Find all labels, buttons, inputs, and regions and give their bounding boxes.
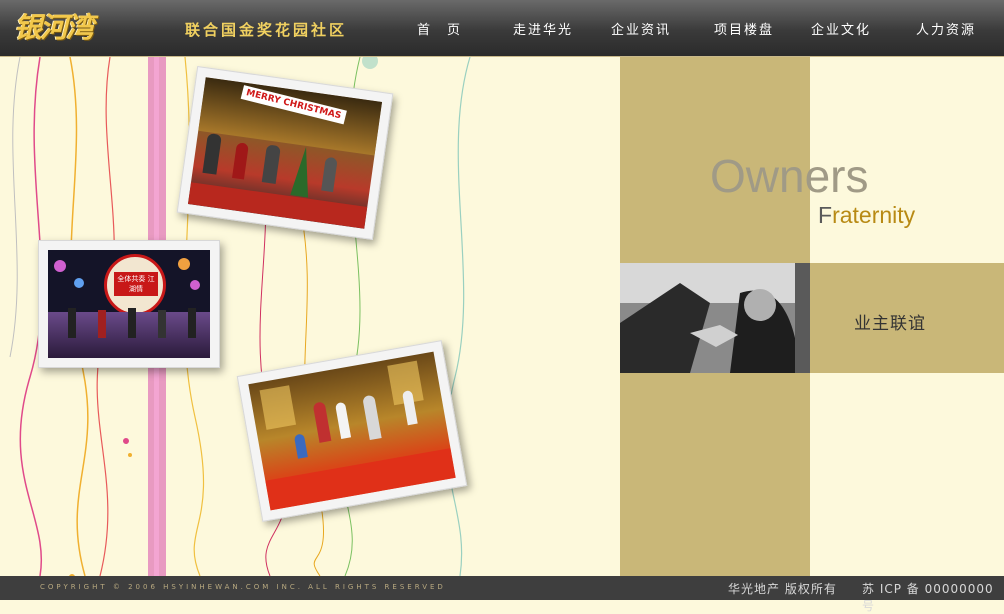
photo-christmas[interactable]: MERRY CHRISTMAS	[176, 65, 394, 241]
owners-subtitle: Fraternity	[818, 202, 915, 229]
owners-label[interactable]: 业主联谊	[810, 309, 970, 334]
nav-item-hr[interactable]: 人力资源	[916, 19, 976, 38]
main-content: MERRY CHRISTMAS 全体共奏 江湖情 Owners Fraterni…	[0, 57, 1004, 576]
company-text: 华光地产 版权所有	[728, 582, 837, 596]
nav-item-home[interactable]: 首 页	[417, 19, 462, 38]
copyright-text: COPYRIGHT © 2006 HSYINHEWAN.COM INC. ALL…	[40, 583, 446, 591]
main-nav: 首 页 走进华光 企业资讯 项目楼盘 企业文化 人力资源	[0, 19, 1004, 39]
photo-christmas-image: MERRY CHRISTMAS	[187, 77, 383, 229]
header-bar: 银河湾 联合国金奖花园社区 首 页 走进华光 企业资讯 项目楼盘 企业文化 人力…	[0, 0, 1004, 57]
handshake-image	[620, 263, 810, 373]
photo-stage-show[interactable]: 全体共奏 江湖情	[38, 240, 220, 368]
nav-item-news[interactable]: 企业资讯	[611, 19, 671, 38]
owners-title: Owners	[710, 150, 869, 202]
handshake-photo[interactable]	[620, 263, 810, 373]
stage-banner: 全体共奏 江湖情	[114, 272, 158, 296]
owners-panel: Owners Fraternity 业主联谊	[620, 57, 1004, 576]
photo-stage-image: 全体共奏 江湖情	[48, 250, 210, 358]
photo-party-image	[248, 351, 456, 511]
footer-bar: COPYRIGHT © 2006 HSYINHEWAN.COM INC. ALL…	[0, 576, 1004, 613]
nav-item-about[interactable]: 走进华光	[513, 19, 573, 38]
subtitle-rest: raternity	[832, 202, 916, 228]
nav-item-projects[interactable]: 项目楼盘	[714, 19, 774, 38]
subtitle-initial: F	[818, 202, 833, 228]
icp-text: 苏 ICP 备 00000000 号	[862, 582, 994, 613]
nav-item-culture[interactable]: 企业文化	[811, 19, 871, 38]
